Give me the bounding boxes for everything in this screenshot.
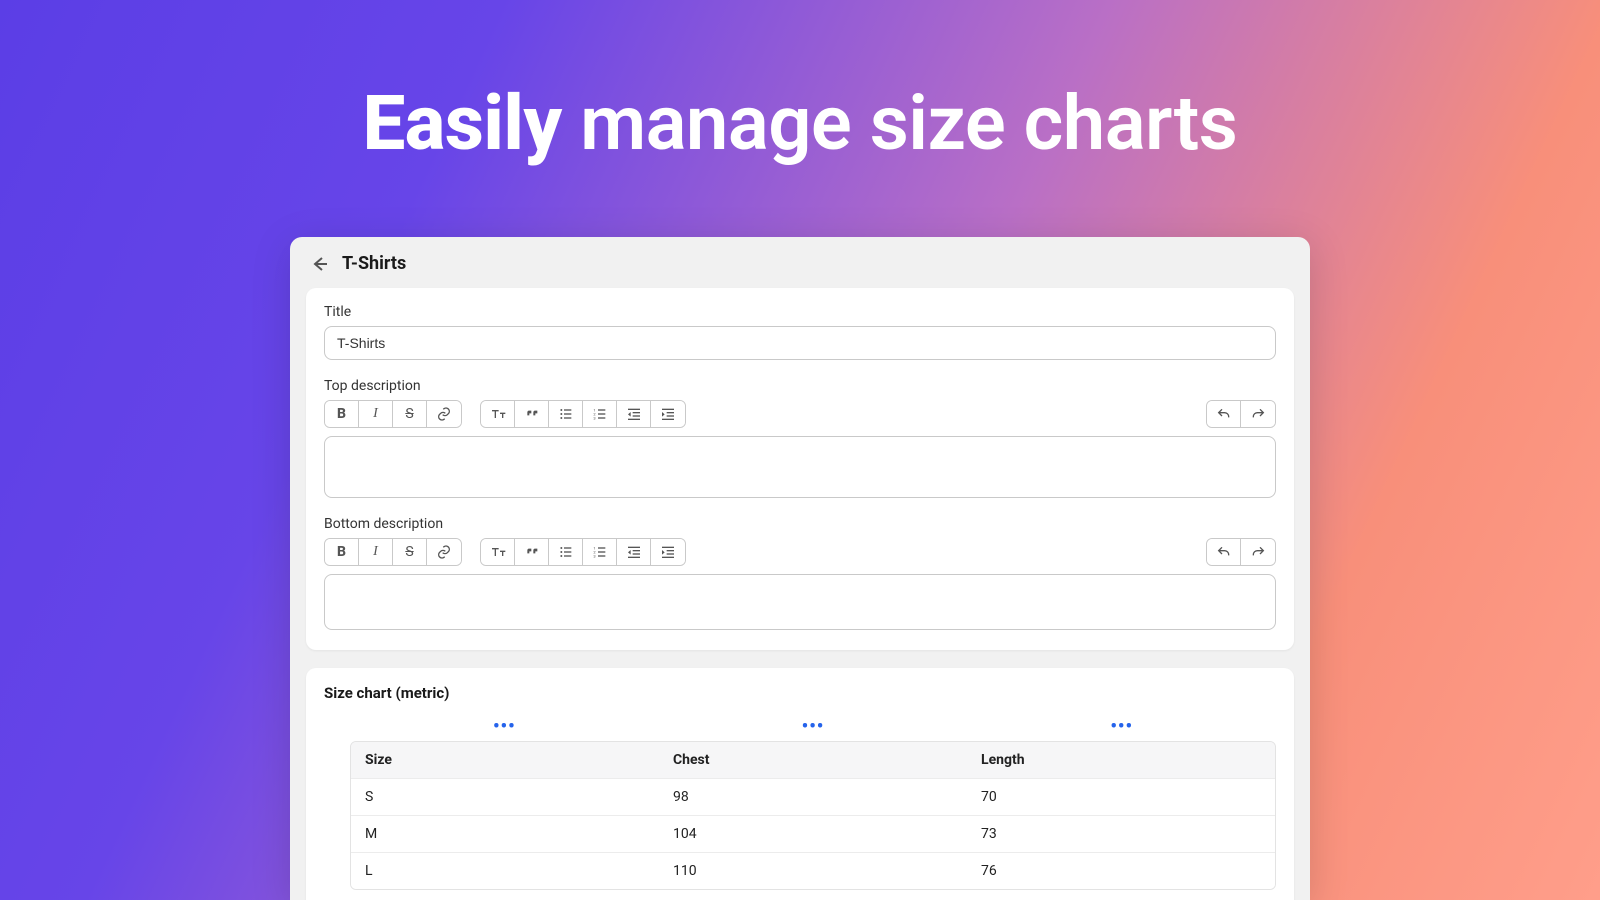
bold-button[interactable]: B	[325, 539, 359, 565]
cell-size[interactable]: M	[351, 816, 659, 852]
redo-icon	[1250, 406, 1266, 422]
size-chart-card: Size chart (metric) ••• ••• ••• Size Che…	[306, 668, 1294, 900]
text-size-icon	[490, 544, 506, 560]
indent-button[interactable]	[651, 401, 685, 427]
headline-bold: Easily	[363, 78, 562, 168]
top-description-editor[interactable]	[324, 436, 1276, 498]
size-table-wrap: ••• ••• ••• Size Chest Length S	[324, 716, 1276, 890]
undo-icon	[1216, 406, 1232, 422]
numbered-list-button[interactable]: 123	[583, 401, 617, 427]
outdent-icon	[626, 544, 642, 560]
quote-icon	[524, 406, 540, 422]
top-desc-toolbar: B I S	[324, 400, 1276, 428]
format-group-block: 123	[480, 400, 686, 428]
title-input[interactable]	[324, 326, 1276, 360]
headline-rest: manage size charts	[562, 78, 1238, 168]
cell-chest[interactable]: 98	[659, 779, 967, 815]
svg-text:3: 3	[593, 553, 595, 558]
column-menu-length[interactable]: •••	[967, 716, 1276, 737]
format-group-inline: B I S	[324, 538, 462, 566]
table-row: L 110 76	[351, 853, 1275, 889]
details-card: Title Top description B I S	[306, 288, 1294, 650]
heading-button[interactable]	[481, 539, 515, 565]
indent-icon	[660, 406, 676, 422]
svg-text:3: 3	[593, 415, 595, 420]
outdent-icon	[626, 406, 642, 422]
col-header-length: Length	[967, 742, 1275, 778]
bullet-list-icon	[558, 406, 574, 422]
table-row: M 104 73	[351, 816, 1275, 853]
text-size-icon	[490, 406, 506, 422]
indent-icon	[660, 544, 676, 560]
cell-size[interactable]: S	[351, 779, 659, 815]
cell-length[interactable]: 70	[967, 779, 1275, 815]
italic-button[interactable]: I	[359, 401, 393, 427]
column-menus-row: ••• ••• •••	[350, 716, 1276, 737]
top-description-label: Top description	[324, 378, 1276, 394]
heading-button[interactable]	[481, 401, 515, 427]
table-header-row: Size Chest Length	[351, 742, 1275, 779]
cell-length[interactable]: 76	[967, 853, 1275, 889]
format-group-inline: B I S	[324, 400, 462, 428]
cell-size[interactable]: L	[351, 853, 659, 889]
cell-chest[interactable]: 104	[659, 816, 967, 852]
link-icon	[436, 544, 452, 560]
redo-icon	[1250, 544, 1266, 560]
link-button[interactable]	[427, 539, 461, 565]
bullet-list-button[interactable]	[549, 401, 583, 427]
undo-icon	[1216, 544, 1232, 560]
indent-button[interactable]	[651, 539, 685, 565]
back-button[interactable]	[310, 254, 330, 274]
undo-button[interactable]	[1207, 539, 1241, 565]
size-chart-title: Size chart (metric)	[324, 684, 1276, 702]
app-window: T-Shirts Title Top description B I S	[290, 237, 1310, 900]
numbered-list-icon: 123	[592, 544, 608, 560]
quote-button[interactable]	[515, 401, 549, 427]
redo-button[interactable]	[1241, 401, 1275, 427]
bullet-list-icon	[558, 544, 574, 560]
col-header-chest: Chest	[659, 742, 967, 778]
title-field-label: Title	[324, 304, 1276, 320]
arrow-left-icon	[310, 254, 330, 274]
bottom-description-label: Bottom description	[324, 516, 1276, 532]
row-drag-handle[interactable]	[350, 853, 351, 889]
redo-button[interactable]	[1241, 539, 1275, 565]
quote-icon	[524, 544, 540, 560]
strikethrough-button[interactable]: S	[393, 539, 427, 565]
numbered-list-button[interactable]: 123	[583, 539, 617, 565]
row-drag-handle[interactable]	[350, 816, 351, 852]
bottom-desc-toolbar: B I S	[324, 538, 1276, 566]
row-drag-handle[interactable]	[350, 779, 351, 815]
size-table: Size Chest Length S 98 70	[350, 741, 1276, 890]
numbered-list-icon: 123	[592, 406, 608, 422]
history-group	[1206, 400, 1276, 428]
column-menu-size[interactable]: •••	[350, 716, 659, 737]
bullet-list-button[interactable]	[549, 539, 583, 565]
link-icon	[436, 406, 452, 422]
format-group-block: 123	[480, 538, 686, 566]
link-button[interactable]	[427, 401, 461, 427]
page-header: T-Shirts	[290, 237, 1310, 288]
italic-button[interactable]: I	[359, 539, 393, 565]
column-menu-chest[interactable]: •••	[659, 716, 968, 737]
bottom-description-editor[interactable]	[324, 574, 1276, 630]
table-row: S 98 70	[351, 779, 1275, 816]
col-header-size: Size	[351, 742, 659, 778]
history-group	[1206, 538, 1276, 566]
cell-length[interactable]: 73	[967, 816, 1275, 852]
cell-chest[interactable]: 110	[659, 853, 967, 889]
strikethrough-button[interactable]: S	[393, 401, 427, 427]
page-title: T-Shirts	[342, 253, 406, 274]
outdent-button[interactable]	[617, 401, 651, 427]
promo-headline: Easily manage size charts	[0, 78, 1600, 168]
undo-button[interactable]	[1207, 401, 1241, 427]
quote-button[interactable]	[515, 539, 549, 565]
promo-background: Easily manage size charts T-Shirts Title…	[0, 0, 1600, 900]
outdent-button[interactable]	[617, 539, 651, 565]
bold-button[interactable]: B	[325, 401, 359, 427]
